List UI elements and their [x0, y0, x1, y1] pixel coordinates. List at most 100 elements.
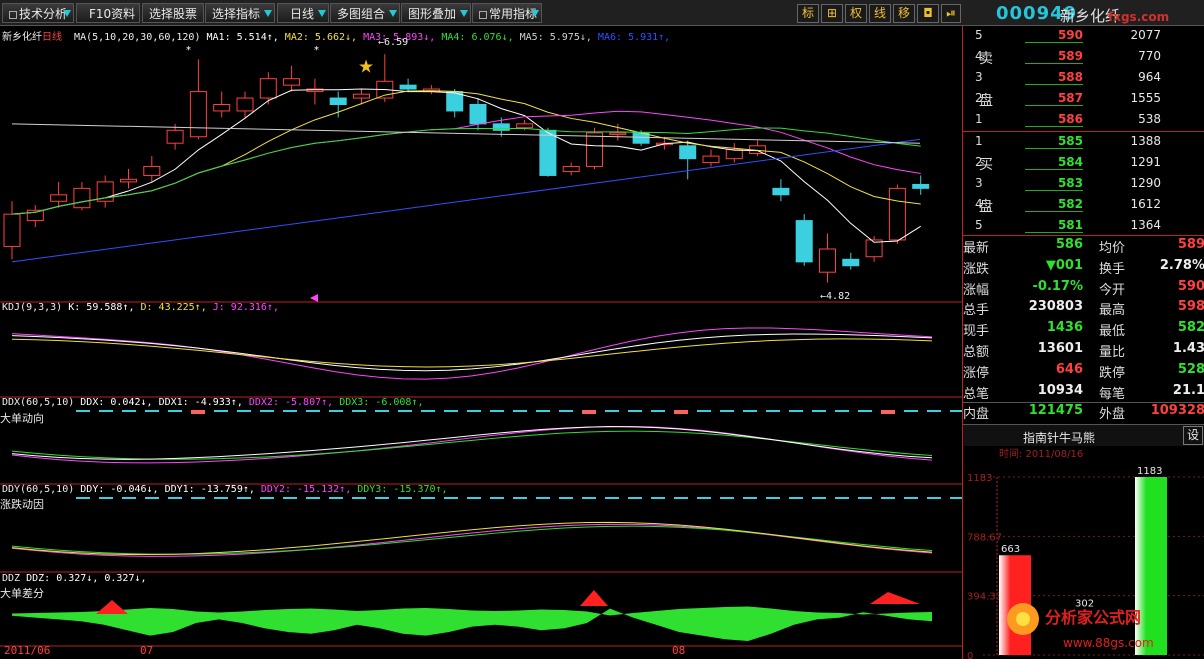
watermark-url: www.88gs.com [1063, 636, 1154, 650]
candle-body [586, 132, 603, 167]
ddy-bar [950, 497, 962, 499]
checkbox-icon [9, 11, 17, 19]
quote-row: 总笔 10934 每笔 21.1 [963, 383, 1204, 404]
candle-body [795, 220, 813, 263]
draw-line-button[interactable]: 线 [869, 4, 891, 23]
order-book-row[interactable]: 3 588 964 [963, 70, 1204, 91]
main-chart-header: 新乡化纤日线 MA(5,10,20,30,60,120) MA1: 5.514↑… [2, 28, 670, 43]
order-price: 589 [1025, 49, 1083, 64]
quote-label: 总笔 [963, 386, 990, 402]
ddx-bar [168, 410, 182, 412]
ddx-bar [927, 410, 941, 412]
candle-body [3, 213, 21, 247]
ddz-peak [870, 592, 920, 604]
ddx-value-3: DDX3: -6.008↑, [339, 397, 424, 408]
ddy-bar [766, 497, 780, 499]
signal-marker-icon: * [186, 45, 191, 56]
dropdown-arrow-icon [318, 10, 326, 17]
ddx-value-2: DDX2: -5.807↑, [248, 397, 340, 408]
watermark-top: fxgs.com [1108, 10, 1170, 24]
crosshair-tool-button[interactable]: ⊞ [821, 4, 843, 23]
ddz-values: DDZ: 0.327↓, 0.327↓, [26, 573, 146, 584]
order-level: 3 [975, 176, 983, 190]
quote-value: 1436 [1046, 320, 1083, 336]
quote-label: 均价 [1099, 241, 1126, 256]
candle-body [539, 129, 557, 176]
candle-body [73, 187, 91, 209]
tech-analysis-button[interactable]: 技术分析 [2, 3, 74, 23]
ddy-bar [536, 497, 550, 499]
ddx-bar [720, 410, 734, 412]
ddx-bar [789, 410, 803, 412]
rights-adjust-button[interactable]: 权 [845, 4, 867, 23]
quote-value: 13601 [1037, 341, 1083, 356]
candlestick-chart-svg[interactable]: ★ * * [0, 26, 962, 659]
multi-chart-button[interactable]: 多图组合 [330, 3, 400, 23]
candle-body [120, 178, 137, 183]
order-book-row[interactable]: 2 587 1555 [963, 91, 1204, 112]
settings-button[interactable]: 设 [1183, 426, 1203, 445]
ddx-bar [950, 410, 962, 412]
ddy-bar [927, 497, 941, 499]
ddx-bar [651, 410, 665, 412]
order-book-row[interactable]: 2 584 1291 [963, 155, 1204, 176]
select-stock-button[interactable]: 选择股票 [142, 3, 204, 23]
mark-tool-button[interactable]: 标 [797, 4, 819, 23]
ddx-bar [881, 410, 895, 414]
ddy-bar [605, 497, 619, 499]
order-book-row[interactable]: 1 585 1388 [963, 134, 1204, 155]
ddz-sub-label: 大单差分 [0, 587, 44, 600]
candle-body [50, 194, 68, 202]
common-indicator-button[interactable]: 常用指标 [472, 3, 542, 23]
order-book-row[interactable]: 4 589 770 [963, 49, 1204, 70]
ddx2-line [11, 425, 933, 464]
ddy-bar [697, 497, 711, 499]
quote-label: 跌停 [1099, 365, 1126, 381]
play-icon[interactable]: ⏯ [941, 4, 961, 23]
f10-data-button[interactable]: F10资料 [76, 3, 140, 23]
order-volume: 1290 [1130, 176, 1161, 190]
order-book-row[interactable]: 4 582 1612 [963, 197, 1204, 218]
ddy-bar [421, 497, 435, 499]
candle-body [772, 187, 790, 196]
ddy-bar [789, 497, 803, 499]
overlay-button[interactable]: 图形叠加 [401, 3, 471, 23]
ddx-bar [352, 410, 366, 412]
candle-body [725, 149, 743, 160]
x-axis-label-aug: 08 [672, 644, 686, 657]
order-level: 2 [975, 155, 983, 169]
candle-body [679, 145, 697, 160]
select-indicator-button[interactable]: 选择指标 [205, 3, 275, 23]
ddy-bar [582, 497, 596, 499]
indicator-tab-title[interactable]: 指南针牛马熊 [1023, 429, 1095, 446]
ddy-bar [306, 497, 320, 499]
candle-body [888, 187, 906, 241]
divider [963, 235, 1204, 236]
order-price: 581 [1025, 218, 1083, 233]
candle-body [353, 93, 370, 99]
ddy-value-3: DDY3: -15.370↑, [357, 484, 448, 495]
quote-label: 每笔 [1099, 386, 1126, 402]
ddy-bar [490, 497, 504, 499]
ddx-bar [145, 410, 159, 412]
order-book-row[interactable]: 5 590 2077 [963, 28, 1204, 49]
signal-marker-icon: * [314, 45, 319, 56]
move-tool-button[interactable]: 移 [893, 4, 915, 23]
divider [963, 131, 1204, 132]
ddx-bar [858, 410, 872, 412]
quote-value: 1.43 [1172, 341, 1204, 356]
order-level: 4 [975, 197, 983, 211]
cursor-marker-icon [310, 294, 318, 302]
order-book-row[interactable]: 1 586 538 [963, 112, 1204, 133]
chart-area[interactable]: ★ * * 新乡化纤日线 MA(5,10,20,30,60,120) MA1: 5.… [0, 26, 962, 659]
quote-value: 10934 [1037, 382, 1083, 398]
candle-body [562, 165, 580, 173]
dropdown-arrow-icon [389, 10, 397, 17]
order-volume: 770 [1138, 49, 1161, 63]
kdj-value-2: J: 92.316↑, [212, 302, 279, 313]
daily-period-button[interactable]: 日线 [277, 3, 329, 23]
toolbar: 技术分析 F10资料 选择股票 选择指标 日线 多图组合 图形叠加 常用指标 标… [0, 0, 1204, 26]
order-book-row[interactable]: 3 583 1290 [963, 176, 1204, 197]
window-icon[interactable]: ◘ [917, 4, 939, 23]
x-axis-label-jun: 2011/06 [4, 644, 51, 657]
